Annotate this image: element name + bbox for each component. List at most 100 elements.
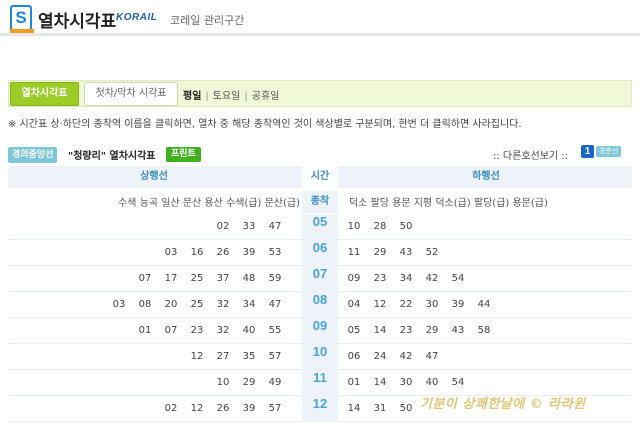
notice-text: ※ 시간표 상·하단의 종착역 이름을 클릭하면, 열차 중 해당 종착역인 것…	[8, 119, 522, 130]
table-row: 03 08 20 25 32 34 47 08 04 12 22 30 39 44	[8, 292, 632, 318]
departure-minute: 22	[399, 299, 413, 310]
departure-minute: 14	[373, 377, 387, 388]
departure-minute: 30	[425, 299, 439, 310]
hour-cell: 07	[302, 266, 338, 292]
table-row: 12 27 35 57 10 06 24 42 47	[8, 344, 632, 370]
down-times: 10 28 50	[341, 214, 419, 240]
departure-minute: 47	[425, 351, 439, 362]
hour-cell: 08	[302, 292, 338, 318]
departure-minute: 12	[190, 351, 204, 362]
up-times: 07 17 25 37 48 59	[132, 266, 288, 292]
departure-minute: 09	[347, 273, 361, 284]
tab-timetable[interactable]: 열차시각표	[10, 82, 79, 106]
departure-minute: 44	[477, 299, 491, 310]
departure-minute: 53	[268, 247, 282, 258]
departure-minute: 25	[190, 299, 204, 310]
departure-minute: 50	[399, 403, 413, 414]
departure-minute: 01	[138, 325, 152, 336]
table-row: 07 17 25 37 48 59 07 09 23 34 42 54	[8, 266, 632, 292]
departure-minute: 50	[399, 221, 413, 232]
other-lines-label: :: 다른호선보기 ::	[493, 151, 569, 162]
hour-cell: 11	[302, 370, 338, 396]
departure-minute: 39	[242, 247, 256, 258]
station-title: "청량리" 열차시각표	[68, 151, 156, 162]
departure-minute: 17	[164, 273, 178, 284]
departure-minute: 37	[216, 273, 230, 284]
departure-minute: 01	[347, 377, 361, 388]
gyeongchun-line-button[interactable]: 경춘선	[596, 146, 622, 157]
hour-cell: 06	[302, 240, 338, 266]
departure-minute: 29	[242, 377, 256, 388]
departure-minute: 35	[242, 351, 256, 362]
watermark: 기분이 상쾌한날에 © 라라윈	[420, 397, 586, 412]
departure-minute: 59	[268, 273, 282, 284]
line-badge: 경의중앙선	[8, 147, 58, 163]
down-times: 04 12 22 30 39 44	[341, 292, 497, 318]
departure-minute: 10	[216, 377, 230, 388]
departure-minute: 25	[190, 273, 204, 284]
timetable-logo-icon: S	[10, 5, 34, 33]
departure-minute: 26	[216, 403, 230, 414]
up-destinations[interactable]: 수색 능곡 일산 문산 용산 수색(급) 문산(급)	[118, 194, 300, 209]
up-times: 10 29 49	[210, 370, 288, 396]
departure-minute: 23	[190, 325, 204, 336]
departure-minute: 12	[373, 299, 387, 310]
departure-minute: 55	[268, 325, 282, 336]
departure-minute: 23	[399, 325, 413, 336]
departure-minute: 49	[268, 377, 282, 388]
down-times: 06 24 42 47	[341, 344, 445, 370]
down-direction-header: 하행선	[472, 171, 500, 182]
departure-minute: 07	[164, 325, 178, 336]
departure-minute: 20	[164, 299, 178, 310]
korail-logo[interactable]: KORAIL	[116, 12, 157, 23]
up-times: 02 12 26 39 57	[158, 396, 288, 422]
departure-minute: 39	[242, 403, 256, 414]
departure-minute: 29	[373, 247, 387, 258]
departure-minute: 57	[268, 351, 282, 362]
departure-minute: 30	[399, 377, 413, 388]
day-saturday[interactable]: 토요일	[213, 91, 241, 102]
korail-subtitle: 코레일 관리구간	[170, 14, 245, 27]
departure-minute: 14	[347, 403, 361, 414]
departure-minute: 02	[164, 403, 178, 414]
departure-minute: 57	[268, 403, 282, 414]
departure-minute: 32	[216, 325, 230, 336]
departure-minute: 39	[451, 299, 465, 310]
departure-minute: 23	[373, 273, 387, 284]
app-header: S 열차시각표 KORAIL 코레일 관리구간	[0, 0, 640, 36]
departure-minute: 43	[399, 247, 413, 258]
hour-cell: 05	[302, 214, 338, 240]
day-weekday[interactable]: 평일	[183, 91, 201, 102]
table-row: 02 33 47 05 10 28 50	[8, 214, 632, 240]
hour-cell: 12	[302, 396, 338, 422]
departure-minute: 08	[138, 299, 152, 310]
departure-minute: 07	[138, 273, 152, 284]
departure-minute: 04	[347, 299, 361, 310]
hour-cell: 09	[302, 318, 338, 344]
app-title: 열차시각표	[38, 12, 117, 32]
departure-minute: 48	[242, 273, 256, 284]
departure-minute: 47	[268, 221, 282, 232]
departure-minute: 52	[425, 247, 439, 258]
line-1-button[interactable]: 1	[581, 145, 594, 158]
departure-minute: 43	[451, 325, 465, 336]
day-holiday[interactable]: 공휴일	[252, 91, 280, 102]
departure-minute: 27	[216, 351, 230, 362]
down-destinations[interactable]: 덕소 팔당 용문 지평 덕소(급) 팔당(급) 용문(급)	[349, 194, 548, 209]
up-times: 03 08 20 25 32 34 47	[106, 292, 288, 318]
departure-minute: 11	[347, 247, 361, 258]
departure-minute: 03	[112, 299, 126, 310]
up-times: 02 33 47	[210, 214, 288, 240]
departure-minute: 14	[373, 325, 387, 336]
tab-first-last[interactable]: 첫차/막차 시각표	[84, 82, 178, 106]
departure-minute: 34	[242, 299, 256, 310]
down-times: 05 14 23 29 43 58	[341, 318, 497, 344]
departure-minute: 54	[451, 273, 465, 284]
departure-minute: 33	[242, 221, 256, 232]
table-row: 01 07 23 32 40 55 09 05 14 23 29 43 58	[8, 318, 632, 344]
departure-minute: 10	[347, 221, 361, 232]
print-button[interactable]: 프린트	[166, 147, 201, 162]
tab-bar: 열차시각표 첫차/막차 시각표 평일 | 토요일 | 공휴일	[8, 80, 632, 107]
departure-minute: 06	[347, 351, 361, 362]
departure-minute: 34	[399, 273, 413, 284]
